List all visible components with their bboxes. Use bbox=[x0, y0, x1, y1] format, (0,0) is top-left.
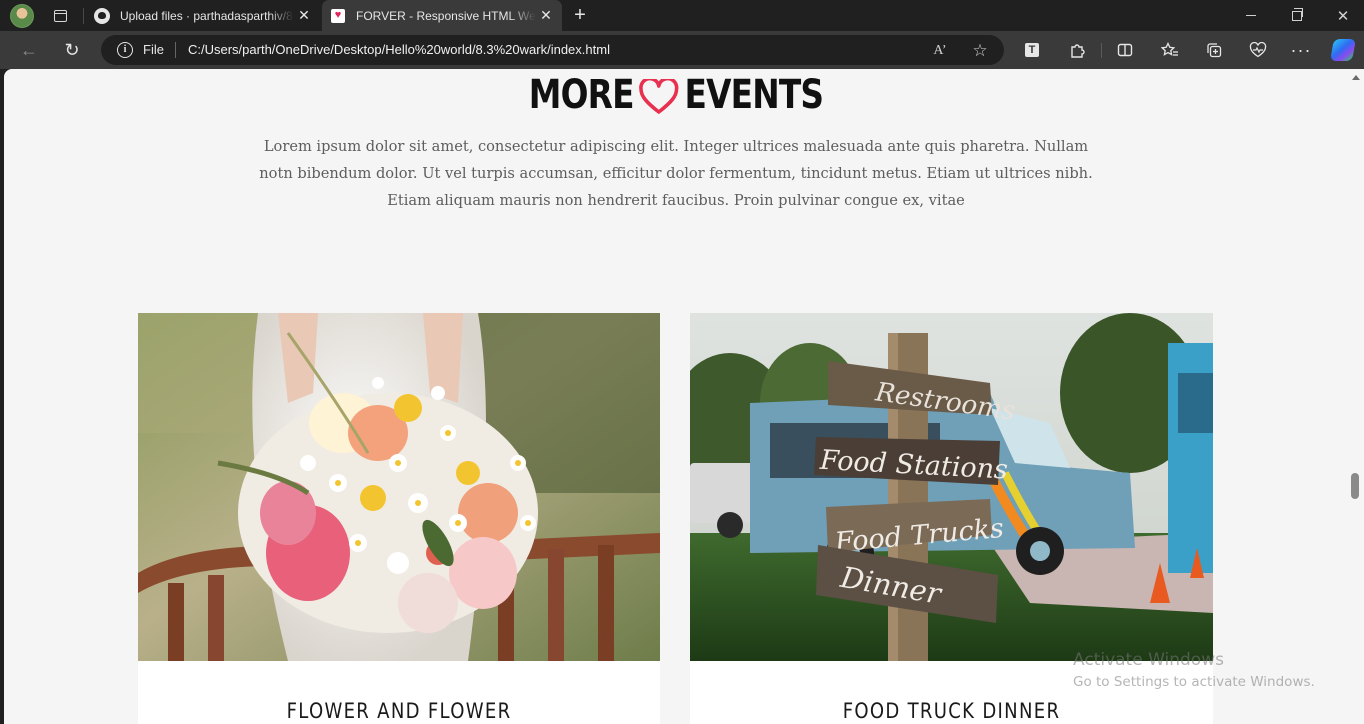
toolbar-divider bbox=[1101, 43, 1102, 58]
close-tab-icon[interactable]: ✕ bbox=[294, 7, 314, 24]
scroll-thumb[interactable] bbox=[1351, 473, 1359, 499]
heading-events: EVENTS bbox=[684, 72, 825, 118]
new-tab-button[interactable]: + bbox=[568, 3, 592, 27]
watermark-subtitle: Go to Settings to activate Windows. bbox=[1073, 674, 1315, 690]
tab-actions-icon[interactable] bbox=[48, 4, 72, 28]
favorite-star-icon[interactable]: ☆ bbox=[969, 40, 991, 62]
browser-toolbar: ← ↻ i File C:/Users/parth/OneDrive/Deskt… bbox=[0, 31, 1364, 69]
address-divider bbox=[175, 42, 176, 58]
page-scrollbar[interactable] bbox=[1348, 69, 1364, 724]
url-text[interactable]: C:/Users/parth/OneDrive/Desktop/Hello%20… bbox=[188, 42, 610, 57]
heart-favicon-icon: ♥ bbox=[330, 8, 346, 24]
scroll-up-arrow-icon[interactable] bbox=[1352, 75, 1360, 80]
tab-forver-active[interactable]: ♥ FORVER - Responsive HTML Wedding Templ… bbox=[322, 0, 562, 31]
browser-essentials-icon[interactable] bbox=[1246, 38, 1270, 62]
intro-paragraph: Lorem ipsum dolor sit amet, consectetur … bbox=[259, 138, 1093, 209]
close-tab-icon[interactable]: ✕ bbox=[536, 7, 556, 24]
site-info-icon[interactable]: i bbox=[117, 42, 133, 58]
favorites-icon[interactable] bbox=[1158, 38, 1182, 62]
tab-divider bbox=[83, 8, 84, 24]
tab-title: Upload files · parthadasparthiv/8.3-wark bbox=[120, 8, 294, 23]
tab-strip: Upload files · parthadasparthiv/8.3-wark… bbox=[0, 0, 1364, 31]
watermark-title: Activate Windows bbox=[1073, 650, 1224, 670]
address-bar[interactable]: i File C:/Users/parth/OneDrive/Desktop/H… bbox=[101, 35, 1004, 65]
collections-icon[interactable] bbox=[1202, 38, 1226, 62]
card-title[interactable]: FOOD TRUCK DINNER bbox=[727, 699, 1177, 723]
bouquet-image[interactable] bbox=[138, 313, 660, 661]
reload-button[interactable]: ↻ bbox=[57, 35, 87, 65]
food-truck-image[interactable]: Restrooms Food Stations Food Trucks Dinn… bbox=[690, 313, 1213, 661]
event-card-flower[interactable]: FLOWER AND FLOWER bbox=[138, 313, 660, 724]
minimize-button[interactable] bbox=[1228, 0, 1274, 31]
settings-more-icon[interactable]: ··· bbox=[1289, 38, 1313, 62]
tab-title: FORVER - Responsive HTML Wedding Templat… bbox=[356, 8, 536, 23]
section-heading: MORE EVENTS bbox=[125, 71, 1227, 119]
close-window-button[interactable]: ✕ bbox=[1320, 0, 1364, 31]
split-screen-icon[interactable] bbox=[1113, 38, 1137, 62]
page-viewport: MORE EVENTS Lorem ipsum dolor sit amet, c… bbox=[4, 69, 1348, 724]
copilot-icon[interactable] bbox=[1330, 38, 1356, 62]
extensions-puzzle-icon[interactable] bbox=[1065, 38, 1089, 62]
heart-icon bbox=[639, 79, 679, 114]
card-title[interactable]: FLOWER AND FLOWER bbox=[175, 699, 624, 723]
scheme-label: File bbox=[143, 42, 164, 57]
read-aloud-icon[interactable]: A’ bbox=[929, 40, 951, 62]
tab-upload-files[interactable]: Upload files · parthadasparthiv/8.3-wark… bbox=[86, 0, 320, 31]
heading-more: MORE bbox=[528, 72, 635, 118]
github-icon bbox=[94, 7, 110, 24]
back-button[interactable]: ← bbox=[14, 35, 44, 65]
profile-avatar[interactable] bbox=[10, 4, 34, 28]
restore-button[interactable] bbox=[1274, 0, 1320, 31]
extension-t-icon[interactable]: T bbox=[1020, 38, 1044, 62]
activate-windows-watermark: Activate Windows Go to Settings to activ… bbox=[1073, 650, 1315, 690]
